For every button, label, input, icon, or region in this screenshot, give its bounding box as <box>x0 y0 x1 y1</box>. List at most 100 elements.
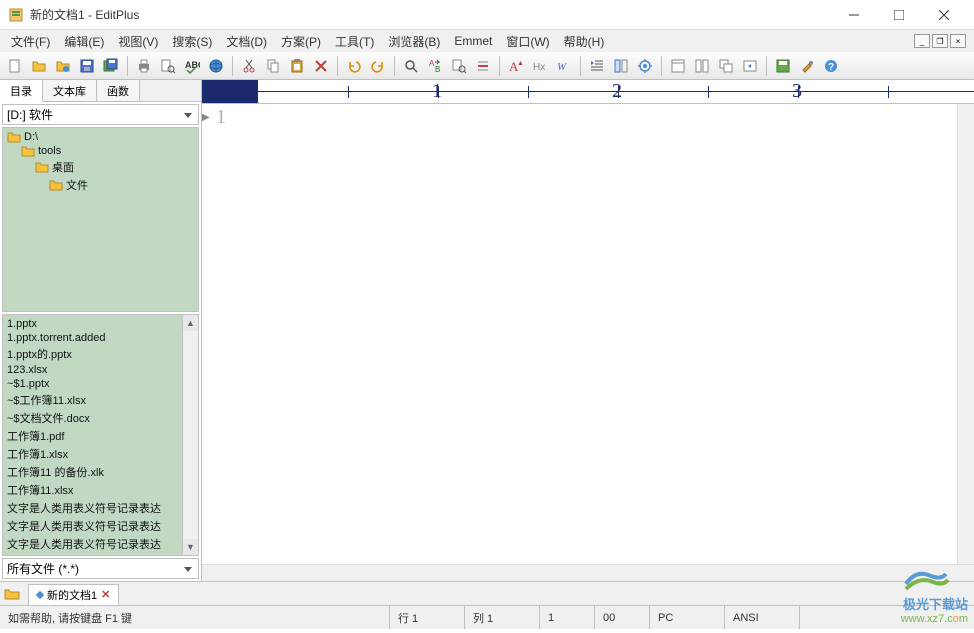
save-all-icon[interactable] <box>100 55 122 77</box>
sidebar-tab-cliptext[interactable]: 文本库 <box>43 80 97 101</box>
delete-icon[interactable] <box>310 55 332 77</box>
replace-icon[interactable]: AB <box>424 55 446 77</box>
menu-emmet[interactable]: Emmet <box>447 32 499 50</box>
file-item[interactable]: 文字是人类用表义符号记录表达 <box>5 499 180 517</box>
menu-edit[interactable]: 编辑(E) <box>57 31 111 52</box>
help-icon[interactable]: ? <box>820 55 842 77</box>
window-cascade-icon[interactable] <box>715 55 737 77</box>
minimize-button[interactable] <box>831 0 876 30</box>
spellcheck-icon[interactable]: ABC <box>181 55 203 77</box>
redo-icon[interactable] <box>367 55 389 77</box>
editor-vscroll[interactable] <box>957 104 974 564</box>
file-item[interactable]: ~$文档文件.docx <box>5 409 180 427</box>
tree-node[interactable]: 桌面 <box>5 158 196 176</box>
sidebar-tab-directory[interactable]: 目录 <box>0 80 43 102</box>
save-icon[interactable] <box>76 55 98 77</box>
paste-icon[interactable] <box>286 55 308 77</box>
ruler-number: 1 <box>432 80 442 103</box>
menu-browser[interactable]: 浏览器(B) <box>381 31 447 52</box>
menu-file[interactable]: 文件(F) <box>4 31 57 52</box>
app-icon <box>8 7 24 23</box>
settings-icon[interactable] <box>634 55 656 77</box>
text-editor[interactable]: ▶ 1 <box>202 104 957 564</box>
menu-project[interactable]: 方案(P) <box>274 31 328 52</box>
cut-icon[interactable] <box>238 55 260 77</box>
preview-browser-icon[interactable] <box>205 55 227 77</box>
directory-tree[interactable]: D:\tools桌面文件 <box>2 127 199 312</box>
column-select-icon[interactable] <box>610 55 632 77</box>
indent-icon[interactable] <box>586 55 608 77</box>
open-file-icon[interactable] <box>28 55 50 77</box>
text-content[interactable] <box>230 104 957 564</box>
print-icon[interactable] <box>133 55 155 77</box>
menu-help[interactable]: 帮助(H) <box>557 31 612 52</box>
document-tab[interactable]: 新的文档1 ✕ <box>28 584 119 606</box>
new-file-icon[interactable] <box>4 55 26 77</box>
doctab-label: 新的文档1 <box>47 587 97 603</box>
sidebar-tabs: 目录 文本库 函数 <box>0 80 201 102</box>
status-mode: PC <box>650 606 725 629</box>
file-filter-value: 所有文件 (*.*) <box>7 560 79 577</box>
window-prev-icon[interactable] <box>739 55 761 77</box>
file-filter[interactable]: 所有文件 (*.*) <box>2 558 199 579</box>
menu-view[interactable]: 视图(V) <box>111 31 165 52</box>
goto-line-icon[interactable] <box>472 55 494 77</box>
undo-icon[interactable] <box>343 55 365 77</box>
close-button[interactable] <box>921 0 966 30</box>
file-item[interactable]: 工作簿1.pdf <box>5 427 180 445</box>
open-remote-icon[interactable] <box>52 55 74 77</box>
file-item[interactable]: ~$工作簿11.xlsx <box>5 391 180 409</box>
drive-select[interactable]: [D:] 软件 <box>2 104 199 125</box>
tree-node-label: 桌面 <box>52 159 74 175</box>
file-item[interactable]: 1.pptx的.pptx <box>5 345 180 363</box>
tree-node[interactable]: D:\ <box>5 130 196 144</box>
maximize-button[interactable] <box>876 0 921 30</box>
file-list[interactable]: 1.pptx1.pptx.torrent.added1.pptx的.pptx12… <box>2 314 183 556</box>
editor-hscroll[interactable] <box>202 564 974 581</box>
svg-text:▲: ▲ <box>517 60 524 67</box>
status-ovr: 00 <box>595 606 650 629</box>
ruler-cursor-block <box>202 80 258 104</box>
find-in-files-icon[interactable] <box>448 55 470 77</box>
window-tile-icon[interactable] <box>691 55 713 77</box>
file-item[interactable]: 工作簿11 的备份.xlk <box>5 463 180 481</box>
find-icon[interactable] <box>400 55 422 77</box>
line-marker-icon: ▶ <box>202 112 210 123</box>
menu-tools[interactable]: 工具(T) <box>328 31 381 52</box>
scroll-up-icon[interactable]: ▲ <box>183 315 198 331</box>
mdi-close[interactable]: × <box>950 34 966 48</box>
sidebar-tab-functions[interactable]: 函数 <box>97 80 140 101</box>
tree-node[interactable]: tools <box>5 144 196 158</box>
doctab-close-icon[interactable]: ✕ <box>101 588 110 601</box>
font-increase-icon[interactable]: A▲ <box>505 55 527 77</box>
tree-node-label: D:\ <box>24 131 38 143</box>
drive-select-value: [D:] 软件 <box>7 106 53 123</box>
scroll-down-icon[interactable]: ▼ <box>183 539 198 555</box>
svg-text:ABC: ABC <box>185 60 200 70</box>
menu-window[interactable]: 窗口(W) <box>499 31 556 52</box>
file-item[interactable]: 文字是人类用表义符号记录表达 <box>5 535 180 553</box>
file-item[interactable]: 123.xlsx <box>5 363 180 377</box>
svg-text:W: W <box>557 61 567 73</box>
print-preview-icon[interactable] <box>157 55 179 77</box>
copy-icon[interactable] <box>262 55 284 77</box>
file-item[interactable]: 1.pptx.torrent.added <box>5 331 180 345</box>
menu-document[interactable]: 文档(D) <box>219 31 274 52</box>
tool-config-icon[interactable] <box>796 55 818 77</box>
save-project-icon[interactable] <box>772 55 794 77</box>
file-item[interactable]: 工作簿1.xlsx <box>5 445 180 463</box>
mdi-minimize[interactable]: _ <box>914 34 930 48</box>
mdi-restore[interactable]: ❐ <box>932 34 948 48</box>
tree-node[interactable]: 文件 <box>5 176 196 194</box>
file-item[interactable]: 工作簿11.xlsx <box>5 481 180 499</box>
hex-icon[interactable]: Hx <box>529 55 551 77</box>
menu-search[interactable]: 搜索(S) <box>165 31 219 52</box>
file-item[interactable]: 1.pptx <box>5 317 180 331</box>
window-list-icon[interactable] <box>667 55 689 77</box>
doctab-folder-icon[interactable] <box>4 587 20 601</box>
wordwrap-icon[interactable]: W <box>553 55 575 77</box>
file-item[interactable]: 文字是人类用表义符号记录表达 <box>5 517 180 535</box>
document-tabs: 新的文档1 ✕ <box>0 581 974 605</box>
file-list-scrollbar[interactable]: ▲ ▼ <box>183 314 199 556</box>
file-item[interactable]: ~$1.pptx <box>5 377 180 391</box>
